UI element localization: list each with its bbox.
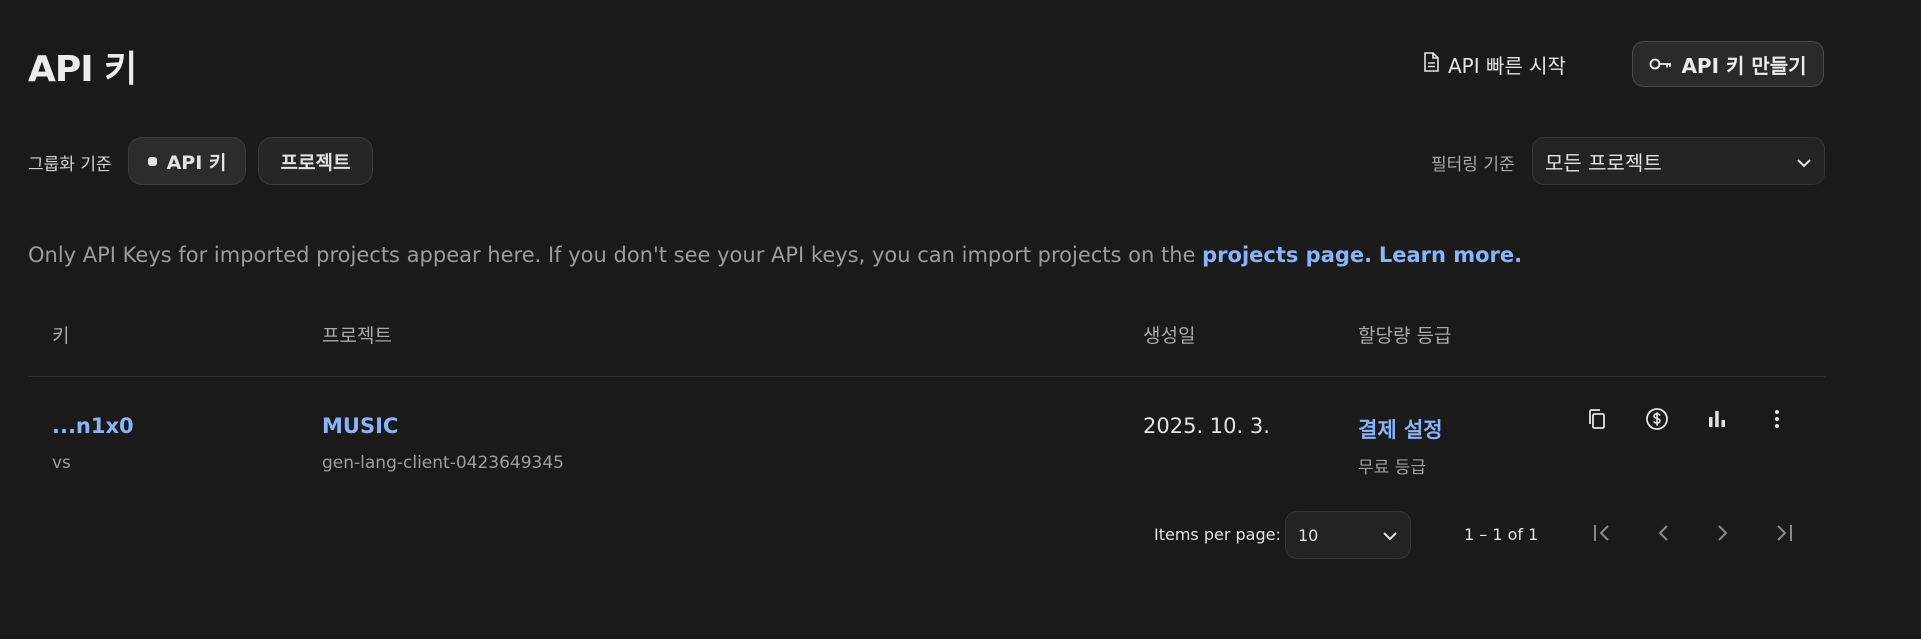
previous-page-button[interactable]	[1647, 519, 1679, 551]
filter-label: 필터링 기준	[1431, 155, 1515, 175]
api-key-name: vs	[52, 453, 71, 473]
next-page-button[interactable]	[1707, 519, 1739, 551]
more-options-button[interactable]	[1761, 405, 1793, 437]
document-icon	[1422, 51, 1440, 77]
usage-button[interactable]	[1701, 405, 1733, 437]
chevron-down-icon	[1796, 149, 1812, 173]
api-key-link[interactable]: ...n1x0	[52, 414, 134, 438]
items-per-page-label: Items per page:	[1154, 525, 1281, 544]
first-page-icon	[1592, 523, 1614, 547]
items-per-page-value: 10	[1298, 525, 1319, 545]
key-icon	[1649, 52, 1673, 76]
project-link[interactable]: MUSIC	[322, 414, 398, 438]
projects-page-link[interactable]: projects page.	[1202, 243, 1372, 267]
bar-chart-icon	[1707, 409, 1727, 433]
api-keys-page: API 키 API 빠른 시작 API 키 만들기 그룹화 기준 API 키 프…	[0, 0, 1921, 639]
create-api-key-button[interactable]: API 키 만들기	[1632, 41, 1824, 87]
copy-key-button[interactable]	[1581, 405, 1613, 437]
learn-more-link[interactable]: Learn more.	[1379, 243, 1522, 267]
group-by-project-chip[interactable]: 프로젝트	[258, 137, 373, 185]
quota-tier: 무료 등급	[1358, 458, 1426, 478]
header-divider	[28, 376, 1825, 377]
notice-text: Only API Keys for imported projects appe…	[28, 243, 1203, 267]
group-by-label: 그룹화 기준	[28, 155, 112, 175]
chevron-left-icon	[1656, 523, 1670, 547]
page-range: 1 – 1 of 1	[1464, 525, 1539, 544]
selected-dot-icon	[147, 156, 157, 166]
project-id: gen-lang-client-0423649345	[322, 453, 564, 473]
api-quickstart-button[interactable]: API 빠른 시작	[1422, 42, 1566, 86]
column-header-key: 키	[52, 325, 70, 347]
column-header-quota-tier: 할당량 등급	[1358, 325, 1452, 347]
column-header-project: 프로젝트	[322, 325, 392, 347]
copy-icon	[1587, 408, 1607, 434]
chevron-down-icon	[1382, 526, 1398, 545]
last-page-button[interactable]	[1767, 519, 1799, 551]
chevron-right-icon	[1716, 523, 1730, 547]
billing-button[interactable]	[1641, 405, 1673, 437]
import-notice: Only API Keys for imported projects appe…	[28, 243, 1522, 267]
first-page-button[interactable]	[1587, 519, 1619, 551]
created-date: 2025. 10. 3.	[1143, 414, 1270, 438]
group-by-api-key-label: API 키	[166, 151, 227, 174]
last-page-icon	[1772, 523, 1794, 547]
more-vert-icon	[1774, 409, 1780, 433]
api-quickstart-label: API 빠른 시작	[1448, 53, 1566, 78]
items-per-page-select[interactable]: 10	[1285, 511, 1411, 559]
column-header-created: 생성일	[1143, 325, 1196, 347]
page-title: API 키	[28, 49, 137, 90]
billing-dollar-icon	[1645, 407, 1669, 435]
group-by-api-key-chip[interactable]: API 키	[128, 137, 246, 185]
project-filter-select[interactable]: 모든 프로젝트	[1532, 137, 1825, 185]
billing-setup-link[interactable]: 결제 설정	[1358, 414, 1443, 444]
create-api-key-label: API 키 만들기	[1681, 53, 1807, 78]
project-filter-value: 모든 프로젝트	[1545, 150, 1662, 175]
group-by-project-label: 프로젝트	[280, 151, 351, 174]
